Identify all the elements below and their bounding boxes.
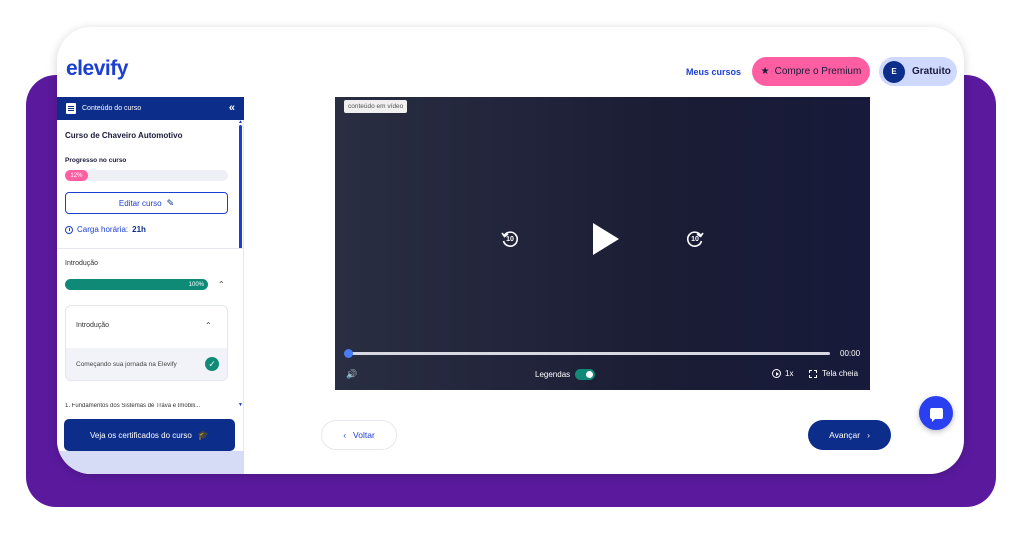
playback-speed-control[interactable]: 1x <box>772 369 793 378</box>
buy-premium-button[interactable]: ★ Compre o Premium <box>752 57 870 86</box>
captions-control[interactable]: Legendas <box>535 369 596 380</box>
top-navbar: elevify Meus cursos ★ Compre o Premium E… <box>57 27 964 97</box>
scroll-down-arrow-icon[interactable]: ▼ <box>238 402 243 408</box>
seek-handle[interactable] <box>344 349 353 358</box>
pencil-icon: ✎ <box>166 197 175 208</box>
play-icon[interactable] <box>593 223 619 255</box>
document-icon <box>66 103 76 114</box>
video-content-tag: conteúdo em vídeo <box>344 100 408 113</box>
sidebar-scrollbar[interactable] <box>239 125 242 249</box>
app-window: elevify Meus cursos ★ Compre o Premium E… <box>57 27 964 474</box>
course-title: Curso de Chaveiro Automotivo <box>65 131 183 140</box>
avatar: E <box>883 60 905 83</box>
lesson-title: Começando sua jornada na Elevify <box>76 361 177 368</box>
forward-seconds: 10 <box>691 235 699 243</box>
course-progress-bar: 12% <box>65 170 228 181</box>
course-card: Curso de Chaveiro Automotivo Progresso n… <box>57 120 244 248</box>
hours-label: Carga horária: <box>77 225 129 234</box>
forward-10-icon[interactable]: 10 <box>685 229 705 249</box>
premium-label: Compre o Premium <box>774 66 862 77</box>
captions-toggle[interactable] <box>575 369 596 380</box>
back-button[interactable]: ‹ Voltar <box>321 420 397 450</box>
volume-icon[interactable]: 🔊 <box>346 369 357 380</box>
check-icon: ✓ <box>205 357 219 371</box>
plan-label: Gratuito <box>912 66 951 77</box>
course-hours: Carga horária: 21h <box>65 225 146 234</box>
hours-value: 21h <box>132 225 146 234</box>
module-label: Introdução <box>65 260 99 267</box>
next-module-item[interactable]: 1. Fundamentos dos Sistemas de Trava e I… <box>65 403 230 409</box>
captions-label: Legendas <box>535 370 571 379</box>
back-label: Voltar <box>353 430 375 440</box>
fullscreen-icon <box>809 369 817 378</box>
edit-course-label: Editar curso <box>118 198 162 208</box>
chevron-left-icon: ‹ <box>343 430 347 440</box>
edit-course-button[interactable]: Editar curso ✎ <box>65 192 228 214</box>
time-display: 00:00 <box>840 349 861 358</box>
rewind-seconds: 10 <box>506 235 514 243</box>
seek-bar[interactable] <box>348 352 830 355</box>
progress-label: Progresso no curso <box>65 157 127 164</box>
chevron-up-icon[interactable]: ⌃ <box>205 321 212 330</box>
divider <box>57 248 244 249</box>
collapse-sidebar-icon[interactable]: « <box>229 102 235 114</box>
certificates-label: Veja os certificados do curso <box>89 430 192 440</box>
sidebar-title: Conteúdo do curso <box>82 105 142 112</box>
module-progress-bar: 100% <box>65 279 208 290</box>
clock-icon <box>65 225 73 234</box>
course-progress-fill: 12% <box>65 170 88 181</box>
my-courses-link[interactable]: Meus cursos <box>686 67 741 77</box>
graduation-cap-icon: 🎓 <box>197 429 210 440</box>
submodule-label[interactable]: Introdução <box>76 322 109 329</box>
submodule-card: Introdução ⌃ Começando sua jornada na El… <box>65 305 228 381</box>
certificates-button[interactable]: Veja os certificados do curso 🎓 <box>64 419 235 451</box>
next-button[interactable]: Avançar › <box>808 420 891 450</box>
lesson-item[interactable]: Começando sua jornada na Elevify ✓ <box>66 348 227 380</box>
chat-button[interactable] <box>919 396 953 430</box>
speed-icon <box>772 369 781 378</box>
fullscreen-button[interactable]: Tela cheia <box>809 369 858 378</box>
chat-bubble-icon <box>929 407 943 422</box>
star-icon: ★ <box>760 66 770 77</box>
rewind-10-icon[interactable]: 10 <box>500 229 520 249</box>
sidebar-header: Conteúdo do curso « <box>57 97 244 120</box>
fullscreen-label: Tela cheia <box>822 369 859 378</box>
elevify-logo[interactable]: elevify <box>66 57 128 81</box>
next-label: Avançar <box>829 430 861 440</box>
chevron-right-icon: › <box>867 430 870 440</box>
course-sidebar: Conteúdo do curso « Curso de Chaveiro Au… <box>57 97 244 474</box>
speed-value: 1x <box>785 369 794 378</box>
chevron-up-icon[interactable]: ⌃ <box>218 280 225 289</box>
sidebar-footer-bg <box>57 451 244 474</box>
user-menu[interactable]: E Gratuito <box>879 57 957 86</box>
video-player[interactable]: conteúdo em vídeo 10 10 00:00 🔊 Legendas… <box>335 97 870 390</box>
